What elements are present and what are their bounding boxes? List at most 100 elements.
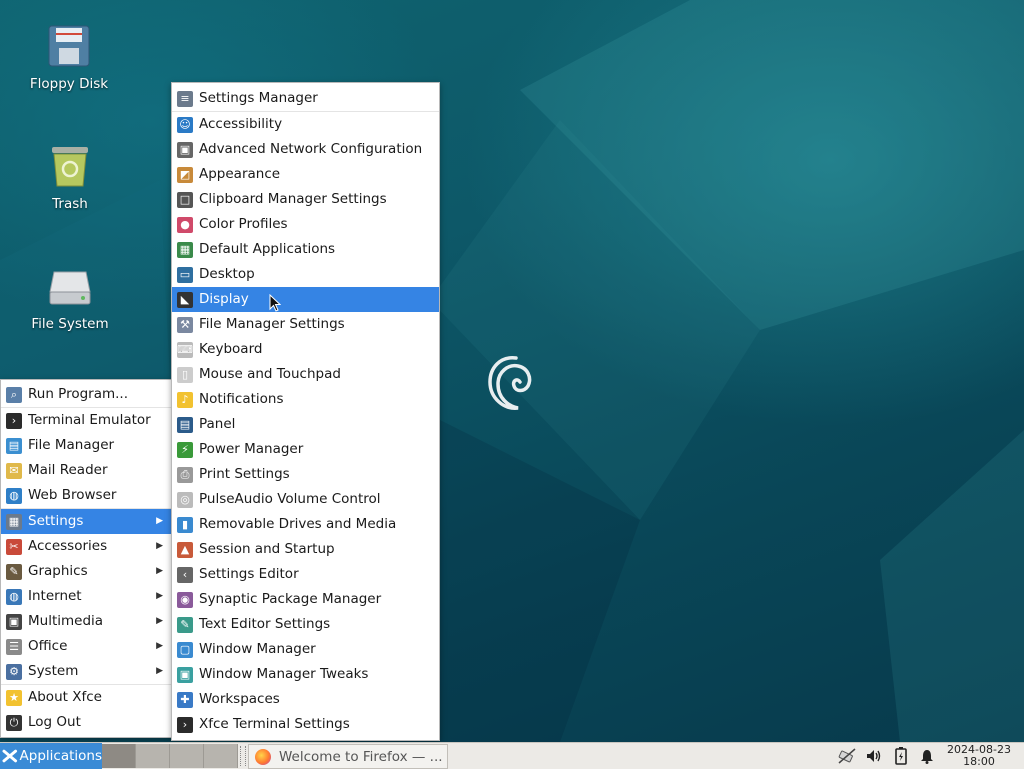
bell-icon: ♪ bbox=[177, 391, 193, 408]
menu-item-print-settings[interactable]: ⎙ Print Settings bbox=[172, 462, 439, 487]
internet-icon: ◍ bbox=[6, 588, 22, 605]
workspace-1-button[interactable] bbox=[102, 744, 136, 768]
menu-item-power-manager[interactable]: ⚡ Power Manager bbox=[172, 437, 439, 462]
menu-item-log-out[interactable]: ⏻ Log Out bbox=[1, 710, 171, 735]
menu-item-label: Window Manager Tweaks bbox=[199, 666, 369, 682]
menu-item-settings[interactable]: ▦ Settings ▶ bbox=[1, 509, 171, 534]
battery-icon[interactable] bbox=[892, 747, 910, 765]
settings-icon: ▦ bbox=[6, 513, 22, 530]
star-icon: ★ bbox=[6, 689, 22, 706]
settings-submenu: ≡ Settings Manager ☺ Accessibility ▣ Advanced… bbox=[171, 82, 440, 741]
menu-item-label: Graphics bbox=[28, 563, 88, 579]
submenu-arrow-icon: ▶ bbox=[156, 516, 163, 526]
menu-item-label: Accessibility bbox=[199, 116, 283, 132]
menu-item-office[interactable]: ☰ Office ▶ bbox=[1, 634, 171, 659]
menu-item-terminal-emulator[interactable]: › Terminal Emulator bbox=[1, 408, 171, 433]
menu-item-settings-editor[interactable]: ‹ Settings Editor bbox=[172, 562, 439, 587]
submenu-arrow-icon: ▶ bbox=[156, 591, 163, 601]
panel-drag-handle[interactable] bbox=[240, 746, 246, 766]
menu-item-label: File Manager bbox=[28, 437, 115, 453]
menu-item-synaptic-package-manager[interactable]: ◉ Synaptic Package Manager bbox=[172, 587, 439, 612]
menu-item-multimedia[interactable]: ▣ Multimedia ▶ bbox=[1, 609, 171, 634]
terminal-icon: › bbox=[6, 412, 22, 429]
menu-item-keyboard[interactable]: ⌨ Keyboard bbox=[172, 337, 439, 362]
file-manager-icon: ▤ bbox=[6, 437, 22, 454]
xfce-logo-icon bbox=[2, 749, 18, 763]
menu-item-pulseaudio-volume-control[interactable]: ◎ PulseAudio Volume Control bbox=[172, 487, 439, 512]
workspace-2-button[interactable] bbox=[136, 744, 170, 768]
desktop-icon-trash[interactable]: Trash bbox=[20, 144, 120, 212]
menu-item-web-browser[interactable]: ◍ Web Browser bbox=[1, 483, 171, 508]
menu-item-clipboard-manager-settings[interactable]: □ Clipboard Manager Settings bbox=[172, 187, 439, 212]
applications-button[interactable]: Applications bbox=[0, 743, 102, 769]
menu-item-run-program[interactable]: ⌕ Run Program... bbox=[1, 382, 171, 407]
menu-item-desktop[interactable]: ▭ Desktop bbox=[172, 262, 439, 287]
file-manager-settings-icon: ⚒ bbox=[177, 316, 193, 333]
hard-drive-icon bbox=[48, 264, 92, 308]
menu-item-notifications[interactable]: ♪ Notifications bbox=[172, 387, 439, 412]
notification-bell-icon[interactable] bbox=[918, 747, 936, 765]
rocket-icon: ▲ bbox=[177, 541, 193, 558]
menu-item-label: Color Profiles bbox=[199, 216, 288, 232]
menu-item-label: Keyboard bbox=[199, 341, 263, 357]
menu-item-file-manager-settings[interactable]: ⚒ File Manager Settings bbox=[172, 312, 439, 337]
appearance-icon: ◩ bbox=[177, 166, 193, 183]
menu-item-label: About Xfce bbox=[28, 689, 102, 705]
network-disconnected-icon[interactable] bbox=[838, 747, 856, 765]
menu-item-label: System bbox=[28, 663, 79, 679]
color-profiles-icon: ● bbox=[177, 216, 193, 233]
menu-item-label: Log Out bbox=[28, 714, 81, 730]
desktop-icon-file-system[interactable]: File System bbox=[20, 264, 120, 332]
menu-item-text-editor-settings[interactable]: ✎ Text Editor Settings bbox=[172, 612, 439, 637]
run-program-icon: ⌕ bbox=[6, 386, 22, 403]
volume-icon[interactable] bbox=[865, 747, 883, 765]
menu-item-removable-drives-and-media[interactable]: ▮ Removable Drives and Media bbox=[172, 512, 439, 537]
menu-item-internet[interactable]: ◍ Internet ▶ bbox=[1, 584, 171, 609]
menu-item-xfce-terminal-settings[interactable]: › Xfce Terminal Settings bbox=[172, 712, 439, 737]
menu-item-mail-reader[interactable]: ✉ Mail Reader bbox=[1, 458, 171, 483]
desktop-icon: ▭ bbox=[177, 266, 193, 283]
menu-item-mouse-and-touchpad[interactable]: ▯ Mouse and Touchpad bbox=[172, 362, 439, 387]
taskbar-window-firefox[interactable]: Welcome to Firefox — ... bbox=[248, 744, 448, 769]
menu-item-label: Web Browser bbox=[28, 487, 117, 503]
menu-item-label: Appearance bbox=[199, 166, 281, 182]
menu-item-window-manager[interactable]: ▢ Window Manager bbox=[172, 637, 439, 662]
workspace-4-button[interactable] bbox=[204, 744, 238, 768]
menu-item-label: Settings bbox=[28, 513, 84, 529]
office-icon: ☰ bbox=[6, 638, 22, 655]
menu-item-window-manager-tweaks[interactable]: ▣ Window Manager Tweaks bbox=[172, 662, 439, 687]
menu-item-advanced-network-configuration[interactable]: ▣ Advanced Network Configuration bbox=[172, 137, 439, 162]
menu-item-accessibility[interactable]: ☺ Accessibility bbox=[172, 112, 439, 137]
menu-item-settings-manager[interactable]: ≡ Settings Manager bbox=[172, 86, 439, 111]
network-icon: ▣ bbox=[177, 141, 193, 158]
submenu-arrow-icon: ▶ bbox=[156, 641, 163, 651]
menu-item-default-applications[interactable]: ▦ Default Applications bbox=[172, 237, 439, 262]
menu-item-label: Desktop bbox=[199, 266, 255, 282]
power-manager-icon: ⚡ bbox=[177, 441, 193, 458]
menu-item-color-profiles[interactable]: ● Color Profiles bbox=[172, 212, 439, 237]
mouse-pointer-icon bbox=[269, 294, 281, 312]
menu-item-label: Text Editor Settings bbox=[199, 616, 331, 632]
menu-item-session-and-startup[interactable]: ▲ Session and Startup bbox=[172, 537, 439, 562]
accessories-icon: ✂ bbox=[6, 538, 22, 555]
menu-item-label: Mouse and Touchpad bbox=[199, 366, 341, 382]
multimedia-icon: ▣ bbox=[6, 613, 22, 630]
menu-item-system[interactable]: ⚙ System ▶ bbox=[1, 659, 171, 684]
menu-item-accessories[interactable]: ✂ Accessories ▶ bbox=[1, 534, 171, 559]
clock-time: 18:00 bbox=[963, 755, 995, 768]
menu-item-workspaces[interactable]: ✚ Workspaces bbox=[172, 687, 439, 712]
workspace-3-button[interactable] bbox=[170, 744, 204, 768]
menu-item-label: File Manager Settings bbox=[199, 316, 345, 332]
task-label: Welcome to Firefox — ... bbox=[279, 748, 443, 765]
menu-item-display[interactable]: ◣ Display bbox=[172, 287, 439, 312]
menu-item-panel[interactable]: ▤ Panel bbox=[172, 412, 439, 437]
submenu-arrow-icon: ▶ bbox=[156, 541, 163, 551]
menu-item-about-xfce[interactable]: ★ About Xfce bbox=[1, 685, 171, 710]
menu-item-appearance[interactable]: ◩ Appearance bbox=[172, 162, 439, 187]
clock[interactable]: 2024-08-23 18:00 bbox=[944, 743, 1014, 768]
menu-item-graphics[interactable]: ✎ Graphics ▶ bbox=[1, 559, 171, 584]
debian-swirl-logo bbox=[488, 356, 532, 410]
menu-item-label: Synaptic Package Manager bbox=[199, 591, 382, 607]
menu-item-file-manager[interactable]: ▤ File Manager bbox=[1, 433, 171, 458]
desktop-icon-floppy-disk[interactable]: Floppy Disk bbox=[19, 24, 119, 92]
